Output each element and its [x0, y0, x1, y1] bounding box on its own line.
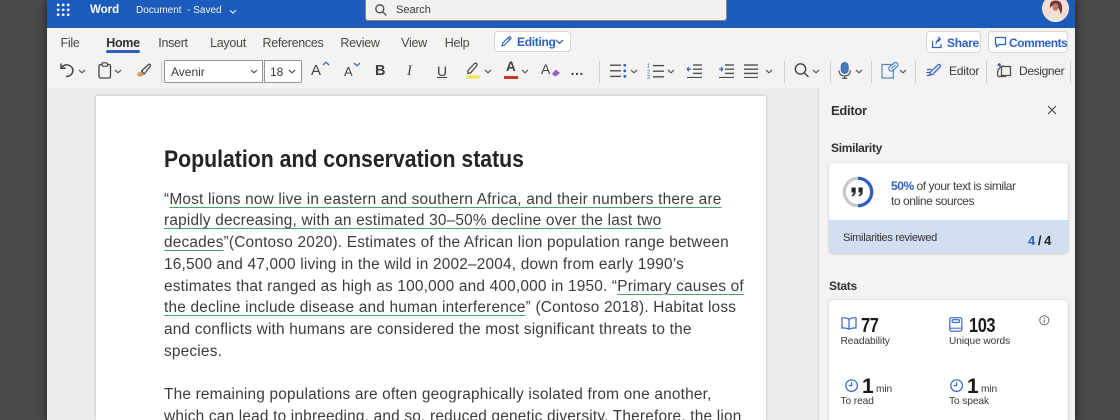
svg-text:3: 3	[647, 75, 650, 79]
